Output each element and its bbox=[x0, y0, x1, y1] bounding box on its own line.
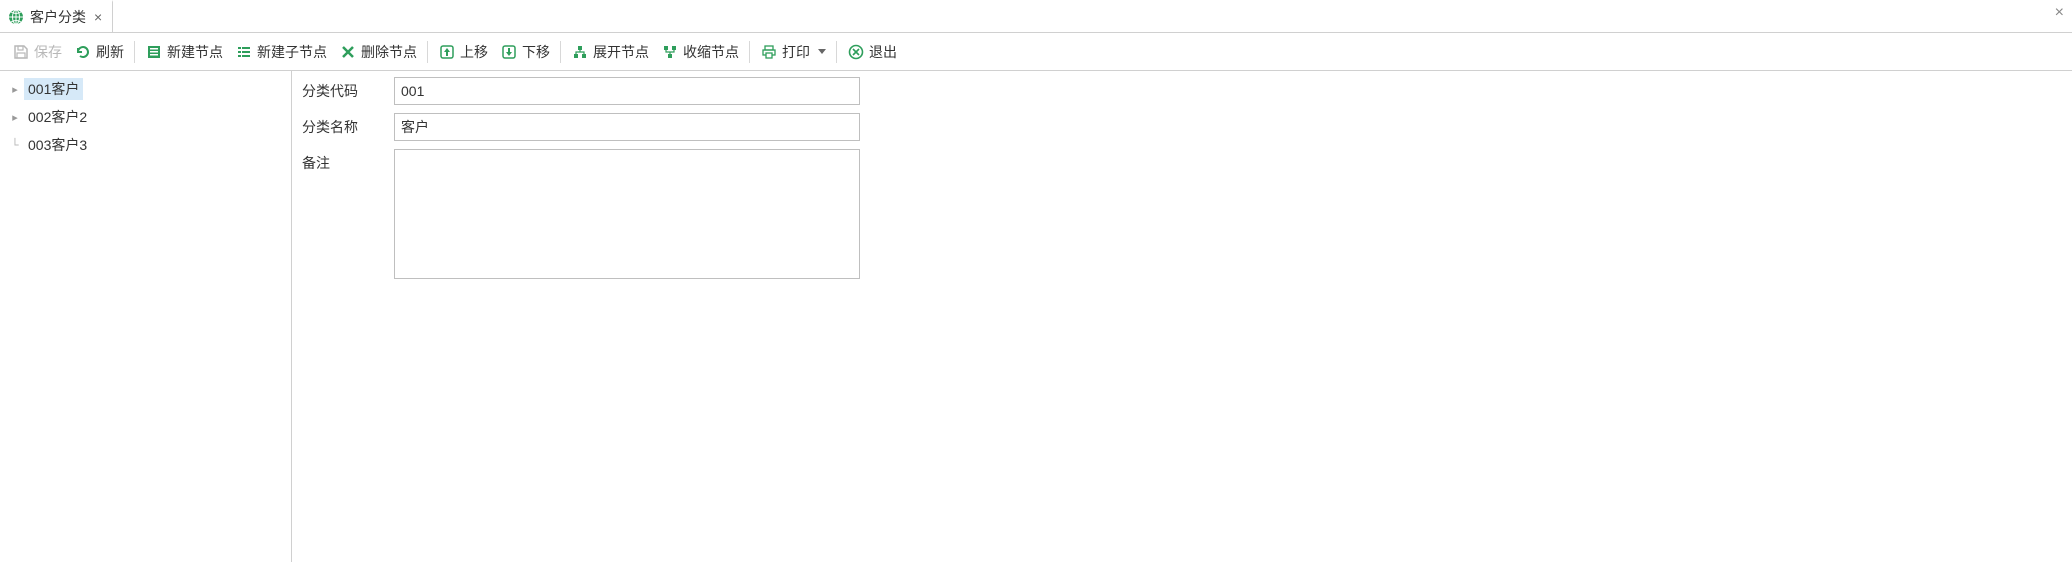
print-label: 打印 bbox=[782, 42, 810, 62]
collapse-icon bbox=[661, 43, 679, 61]
move-up-button[interactable]: 上移 bbox=[432, 38, 494, 66]
print-icon bbox=[760, 43, 778, 61]
close-icon[interactable]: × bbox=[94, 10, 102, 24]
move-down-label: 下移 bbox=[522, 42, 550, 62]
form-row-name: 分类名称 bbox=[302, 113, 2062, 141]
expand-node-label: 展开节点 bbox=[593, 42, 649, 62]
tab-bar: 客户分类 × × bbox=[0, 0, 2072, 33]
tab-customer-category[interactable]: 客户分类 × bbox=[0, 0, 113, 32]
tab-title: 客户分类 bbox=[30, 7, 86, 27]
chevron-down-icon bbox=[818, 49, 826, 54]
refresh-button[interactable]: 刷新 bbox=[68, 38, 130, 66]
form-row-code: 分类代码 bbox=[302, 77, 2062, 105]
new-child-node-button[interactable]: 新建子节点 bbox=[229, 38, 333, 66]
exit-label: 退出 bbox=[869, 42, 897, 62]
delete-icon bbox=[339, 43, 357, 61]
delete-node-label: 删除节点 bbox=[361, 42, 417, 62]
refresh-icon bbox=[74, 43, 92, 61]
collapse-node-button[interactable]: 收缩节点 bbox=[655, 38, 745, 66]
save-label: 保存 bbox=[34, 42, 62, 62]
name-input[interactable] bbox=[394, 113, 860, 141]
save-button[interactable]: 保存 bbox=[6, 38, 68, 66]
tree-panel: ▸ 001客户 ▸ 002客户2 └ 003客户3 bbox=[0, 71, 292, 562]
globe-icon bbox=[8, 9, 24, 25]
exit-button[interactable]: 退出 bbox=[841, 38, 903, 66]
delete-node-button[interactable]: 删除节点 bbox=[333, 38, 423, 66]
chevron-right-icon[interactable]: ▸ bbox=[8, 111, 22, 124]
code-input[interactable] bbox=[394, 77, 860, 105]
code-label: 分类代码 bbox=[302, 77, 394, 105]
remark-label: 备注 bbox=[302, 149, 394, 279]
separator bbox=[749, 41, 750, 63]
new-node-icon bbox=[145, 43, 163, 61]
name-label: 分类名称 bbox=[302, 113, 394, 141]
tree-elbow-icon: └ bbox=[8, 138, 22, 152]
new-child-node-icon bbox=[235, 43, 253, 61]
move-up-label: 上移 bbox=[460, 42, 488, 62]
form-row-remark: 备注 bbox=[302, 149, 2062, 279]
tree-item-label: 003客户3 bbox=[24, 134, 91, 156]
print-button[interactable]: 打印 bbox=[754, 38, 832, 66]
arrow-up-icon bbox=[438, 43, 456, 61]
new-node-label: 新建节点 bbox=[167, 42, 223, 62]
tree-item[interactable]: ▸ 002客户2 bbox=[0, 103, 291, 131]
tree-item[interactable]: └ 003客户3 bbox=[0, 131, 291, 159]
expand-icon bbox=[571, 43, 589, 61]
collapse-node-label: 收缩节点 bbox=[683, 42, 739, 62]
arrow-down-icon bbox=[500, 43, 518, 61]
separator bbox=[134, 41, 135, 63]
new-child-node-label: 新建子节点 bbox=[257, 42, 327, 62]
tree-item-label: 001客户 bbox=[24, 78, 83, 100]
chevron-right-icon[interactable]: ▸ bbox=[8, 83, 22, 96]
tree-item-label: 002客户2 bbox=[24, 106, 91, 128]
expand-node-button[interactable]: 展开节点 bbox=[565, 38, 655, 66]
separator bbox=[836, 41, 837, 63]
remark-textarea[interactable] bbox=[394, 149, 860, 279]
save-icon bbox=[12, 43, 30, 61]
exit-icon bbox=[847, 43, 865, 61]
new-node-button[interactable]: 新建节点 bbox=[139, 38, 229, 66]
global-close-icon[interactable]: × bbox=[2055, 4, 2064, 22]
move-down-button[interactable]: 下移 bbox=[494, 38, 556, 66]
refresh-label: 刷新 bbox=[96, 42, 124, 62]
form-panel: 分类代码 分类名称 备注 bbox=[292, 71, 2072, 562]
tree-item[interactable]: ▸ 001客户 bbox=[0, 75, 291, 103]
toolbar: 保存 刷新 新建节点 bbox=[0, 33, 2072, 71]
separator bbox=[560, 41, 561, 63]
separator bbox=[427, 41, 428, 63]
main-area: ▸ 001客户 ▸ 002客户2 └ 003客户3 分类代码 分类名称 备注 bbox=[0, 71, 2072, 562]
